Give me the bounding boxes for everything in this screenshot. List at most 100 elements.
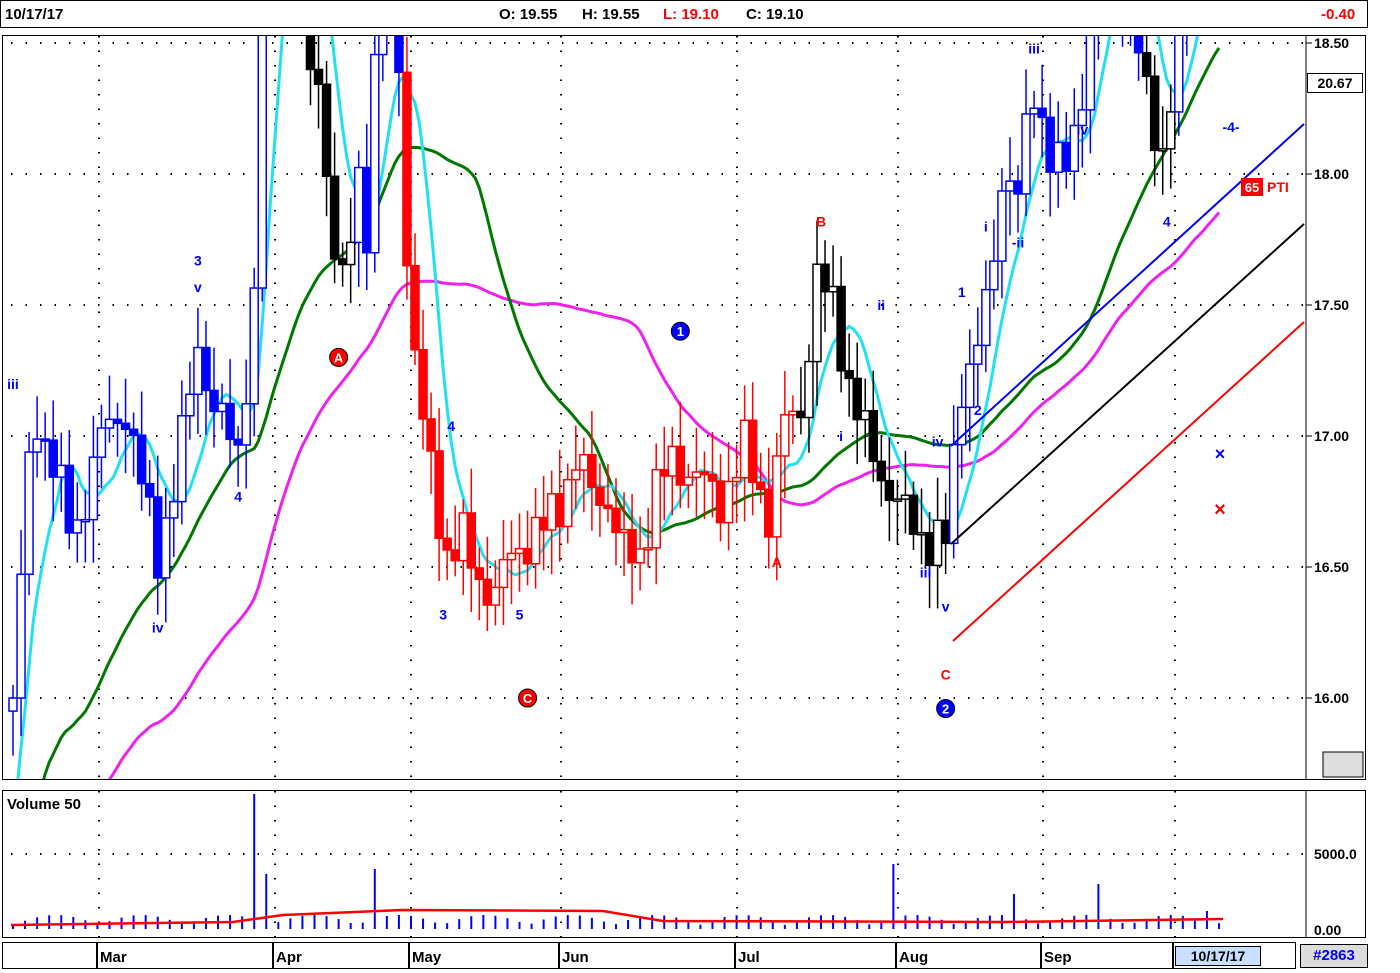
candle-body [747,419,758,483]
wave-label: iv [152,620,164,636]
price-tick-label: 16.00 [1314,690,1349,706]
wave-label: iii [920,564,932,580]
candle-body [723,480,734,524]
price-tick-label: 17.50 [1314,297,1349,313]
header-open: O: 19.55 [499,6,558,23]
wave-circle-label: 1 [677,324,684,339]
candle-body [514,547,525,555]
wave-circle-label: A [334,350,344,365]
wave-label: 4 [1163,213,1171,229]
candle-body [257,0,267,289]
candle-body [1021,113,1031,195]
candle-body [812,263,822,363]
candle-body [8,697,18,712]
time-axis: MarAprMayJunJulAugSepO [2,942,1296,969]
channel-upper-line [950,123,1305,447]
candle-body [884,479,895,502]
candle-body [595,486,605,506]
candle-body [337,258,348,266]
candle-body [418,349,428,420]
candle-body [603,504,613,510]
pti-value: 65 [1245,180,1259,195]
wave-label: ii [877,297,885,313]
volume-chart[interactable]: Volume 50 5000.0 0.00 [3,791,1365,938]
candle-body [659,468,669,477]
candle-body [48,439,58,478]
header-high: H: 19.55 [582,6,640,23]
candle-body [1005,180,1015,192]
candle-body [900,494,911,500]
wave-label: iv [1076,122,1088,138]
month-label: May [412,949,442,966]
candle-body [965,363,975,409]
current-price-box: 20.67 [1307,73,1363,93]
channel-lower-line [952,321,1305,642]
candle-body [868,410,879,463]
candle-body [852,377,862,421]
candle-body [24,451,34,576]
wave-label: 3 [194,253,202,269]
candle-body [402,71,412,267]
candle-body [104,418,115,429]
price-tick-label: 18.00 [1314,166,1349,182]
volume-tick-label: 0.00 [1314,922,1341,937]
candle-body [916,532,927,536]
candle-body [981,288,991,347]
month-label: Mar [100,949,127,966]
candle-body [1061,141,1071,172]
candle-body [643,547,653,551]
month-label: Jun [562,949,589,966]
wave-label: C [941,667,951,683]
volume-average-line [10,908,1224,927]
candle-body [932,519,943,567]
wave-circle-label: C [523,691,533,706]
wave-label: 5 [516,606,524,622]
candle-body [772,455,782,538]
candle-body [233,438,243,446]
wave-label: -ii [1012,234,1024,250]
candle-body [313,68,324,85]
candle-body [892,498,903,502]
candle-body [948,443,959,545]
candle-body [828,285,838,293]
candle-body [136,434,147,485]
candle-body [217,402,227,413]
candle-body [169,500,179,519]
volume-panel[interactable]: Volume 50 5000.0 0.00 [2,790,1366,938]
candle-body [627,528,637,564]
candle-body [152,496,163,579]
candle-body [788,410,798,416]
candle-body [209,389,219,413]
candle-body [1141,52,1152,77]
header-date: 10/17/17 [5,6,64,23]
header-close: C: 19.10 [746,6,804,23]
candle-body [908,494,919,535]
x-marker-blue: × [1215,444,1226,464]
candle-body [321,83,332,178]
channel-middle-line [950,223,1305,545]
candle-body [780,414,790,457]
candle-body [329,175,340,260]
candle-body [201,346,211,392]
candle-body [305,0,316,71]
candle-body [667,445,678,477]
candle-body [32,438,42,453]
x-marker-red: × [1214,499,1226,521]
candle-body [611,507,621,534]
candle-body [128,428,139,437]
candle-body [973,344,983,365]
candle-body [426,418,436,452]
candle-body [1149,75,1160,152]
wave-circle-label: 2 [942,701,949,716]
time-axis-chart: MarAprMayJunJulAugSepO [96,943,1188,968]
candle-body [1174,32,1184,113]
price-panel[interactable]: 21.0020.5020.0019.5019.0018.5018.0017.50… [2,0,1366,843]
candle-body [96,427,107,458]
candle-body [538,516,549,531]
chart-id-badge[interactable]: #2863 [1300,944,1368,968]
wave-label: A [772,554,782,570]
price-chart[interactable]: 21.0020.5020.0019.5019.0018.5018.0017.50… [3,0,1365,843]
candle-body [554,493,565,528]
candle-body [546,493,557,531]
candle-body [989,260,999,291]
